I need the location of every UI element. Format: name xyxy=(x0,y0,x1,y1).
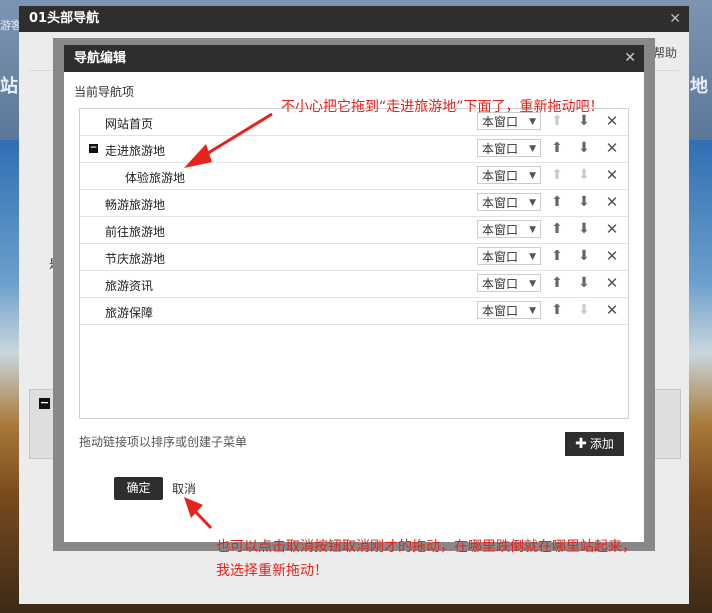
annotation-note-1: 不小心把它拖到“走进旅游地”下面了，重新拖动吧！ xyxy=(281,99,604,115)
annotation-note-2: 也可以点击取消按钮取消刚才的拖动，在哪里跌倒就在哪里站起来，我选择重新拖动！ xyxy=(216,539,636,579)
annotation-arrow-2 xyxy=(184,497,213,530)
annotation-arrows xyxy=(184,112,273,530)
annotation-arrow-1 xyxy=(184,112,273,168)
